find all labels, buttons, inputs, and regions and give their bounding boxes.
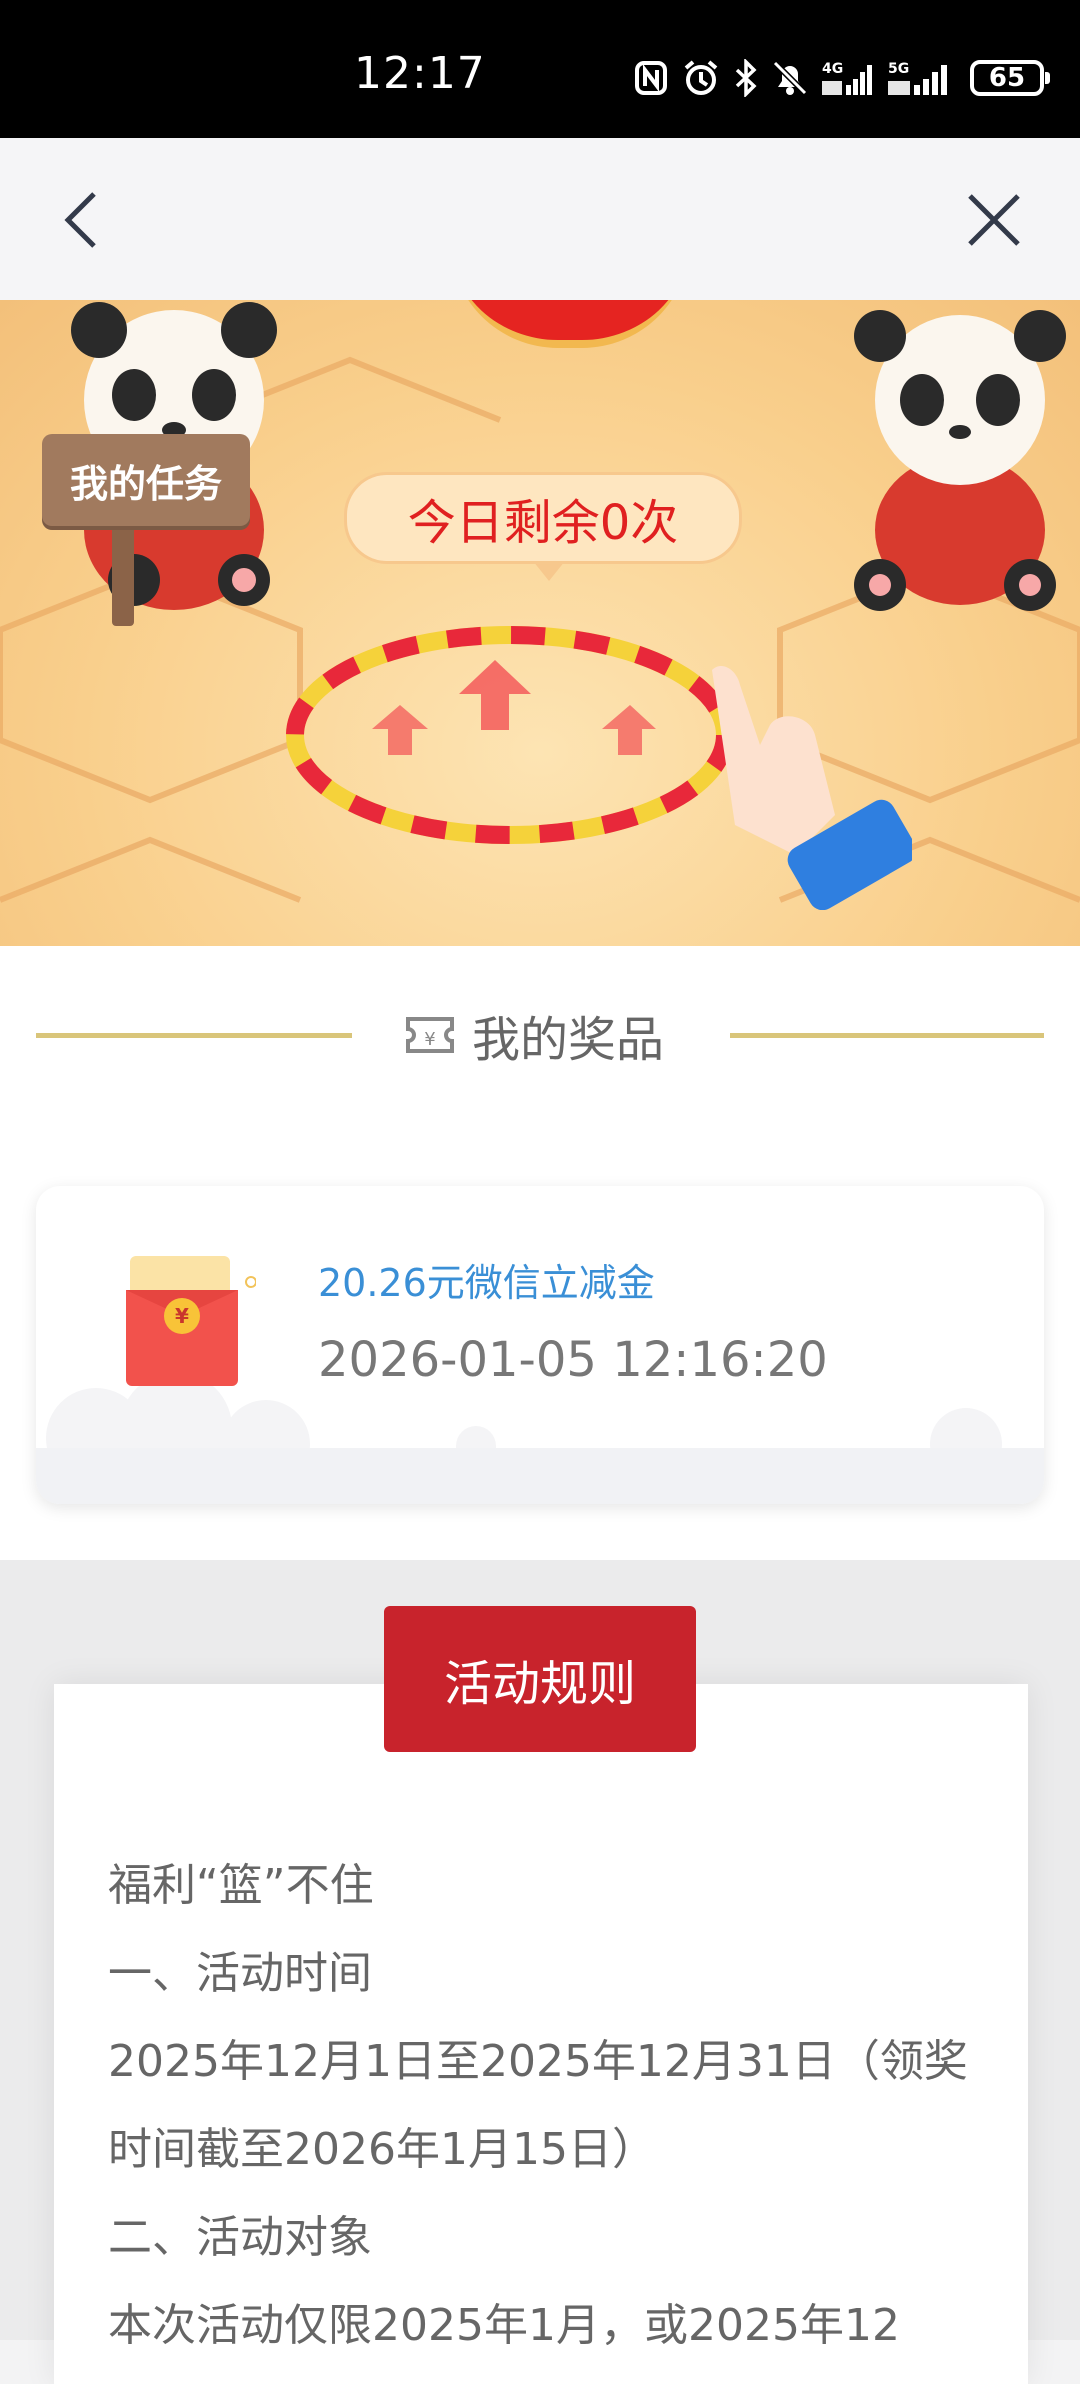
hand-pointer-illustration [712, 665, 912, 910]
rules-line: 2025年12月1日至2025年12月31日（领奖时间截至2026年1月15日） [108, 2036, 968, 2175]
status-time: 12:17 [354, 48, 486, 99]
ticket-icon: ¥ [406, 1017, 454, 1053]
signal-4g-icon: 4G [822, 61, 872, 95]
svg-text:4G: 4G [822, 61, 843, 77]
signal-5g-icon: 5G [888, 61, 947, 95]
prizes-title-text: 我的奖品 [472, 1012, 665, 1068]
bluetooth-icon [735, 59, 757, 97]
divider-line-right [730, 1033, 1044, 1038]
status-bar: 12:17 4G 5G 65 [0, 0, 1080, 138]
close-button[interactable] [964, 188, 1024, 252]
prize-name: 20.26元微信立减金 [318, 1261, 655, 1305]
rules-tab-button[interactable]: 活动规则 [384, 1606, 696, 1752]
mute-icon [772, 60, 808, 96]
svg-text:5G: 5G [888, 61, 909, 77]
svg-text:¥: ¥ [175, 1304, 189, 1328]
prize-time: 2026-01-05 12:16:20 [318, 1332, 828, 1388]
prize-card[interactable]: ¥ 20.26元微信立减金 2026-01-05 12:16:20 [36, 1186, 1044, 1504]
rules-line: 一、活动时间 [108, 1948, 372, 1999]
divider-line-left [36, 1033, 352, 1038]
prize-card-footer [36, 1448, 1044, 1504]
nfc-icon [635, 61, 667, 95]
task-sign-pole [112, 526, 134, 626]
hoop-ring-illustration[interactable] [280, 605, 750, 855]
svg-text:¥: ¥ [424, 1029, 435, 1050]
status-icons: 4G 5G 65 [634, 54, 1050, 102]
rules-text: 福利“篮”不住 一、活动时间 2025年12月1日至2025年12月31日（领奖… [108, 1842, 988, 2370]
red-packet-icon: ¥ [126, 1256, 256, 1386]
rules-line: 二、活动对象 [108, 2212, 372, 2263]
my-task-button[interactable]: 我的任务 [42, 434, 250, 526]
close-icon [968, 194, 1020, 246]
alarm-icon [684, 60, 718, 95]
nav-bar [0, 138, 1080, 300]
chevron-left-icon [64, 192, 96, 248]
prizes-title: ¥ 我的奖品 [402, 1000, 664, 1070]
game-banner: 我的任务 今日剩余0次 [0, 300, 1080, 946]
back-button[interactable] [56, 188, 116, 252]
panda-right-illustration [854, 310, 1066, 611]
rules-line: 福利“篮”不住 [108, 1860, 374, 1911]
battery-icon: 65 [970, 60, 1050, 96]
remaining-tries-bubble: 今日剩余0次 [344, 472, 742, 581]
rules-line: 本次活动仅限2025年1月，或2025年12 [108, 2300, 900, 2351]
prizes-title-row: ¥ 我的奖品 [0, 1000, 1080, 1070]
